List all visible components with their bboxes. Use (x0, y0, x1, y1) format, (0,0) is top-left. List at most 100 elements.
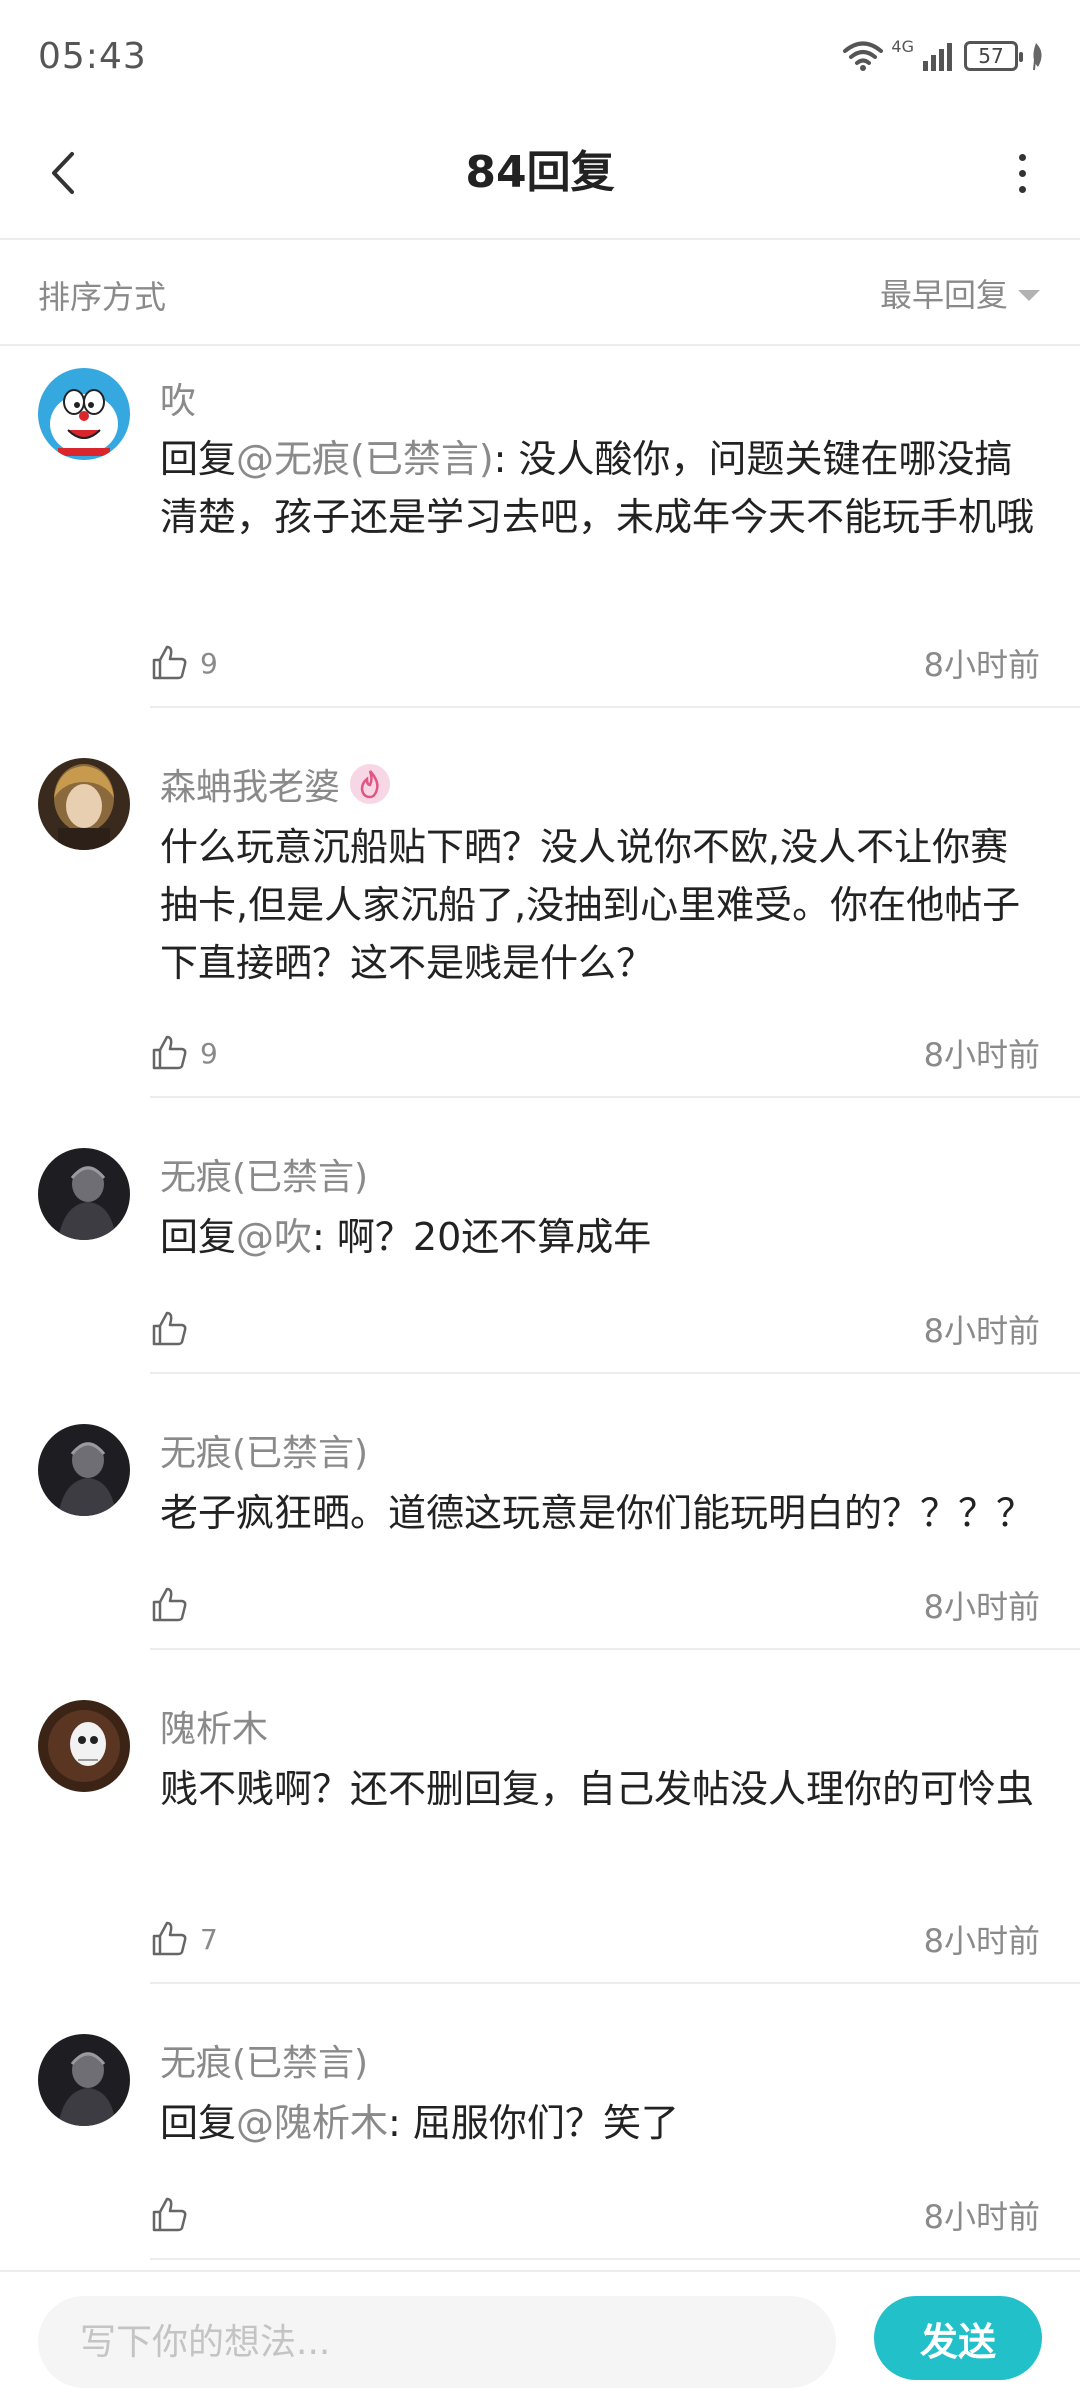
comment-item: 隗析木 贱不贱啊？还不删回复，自己发帖没人理你的可怜虫 7 8小时前 (0, 1650, 1080, 1984)
like-count: 9 (200, 646, 218, 680)
page-title: 84回复 (465, 147, 615, 198)
like-button[interactable] (150, 1586, 188, 1624)
mention-link[interactable]: @无痕(已禁言) (236, 437, 494, 481)
comment-time: 8小时前 (923, 1588, 1040, 1626)
comment-username[interactable]: 隗析木 (160, 1700, 268, 1752)
comment-username[interactable]: 吹 (160, 372, 196, 424)
network-type-label: 4G (891, 36, 914, 56)
dark-figure-avatar-icon (38, 2034, 130, 2126)
comment-time: 8小时前 (923, 1922, 1040, 1960)
thumbs-up-icon (152, 1921, 187, 1956)
comment-item: 无痕(已禁言) 回复@隗析木: 屈服你们？笑了 8小时前 (0, 1984, 1080, 2260)
doraemon-avatar-icon (38, 368, 130, 460)
comment-item: 森蚺我老婆 什么玩意沉船贴下晒？没人说你不欧,没人不让你赛抽卡,但是人家沉船了,… (0, 708, 1080, 1098)
username-text: 隗析木 (160, 1709, 269, 1750)
signal-icon (923, 43, 952, 71)
like-button[interactable] (150, 2196, 188, 2234)
mask-avatar-icon (38, 1700, 130, 1792)
leaf-icon (1033, 43, 1042, 71)
user-avatar[interactable] (38, 1424, 130, 1516)
comment-actions: 9 8小时前 (150, 638, 1040, 688)
thumbs-up-icon (152, 645, 187, 680)
sort-selected-value: 最早回复 (879, 276, 1008, 314)
comment-body: 老子疯狂晒。道德这玩意是你们能玩明白的？？？？ (160, 1491, 1035, 1535)
comment-username[interactable]: 无痕(已禁言) (160, 2034, 368, 2086)
dropdown-caret-icon (1018, 289, 1040, 301)
status-bar: 05:43 4G 57 (0, 0, 1080, 110)
thumbs-up-icon (152, 1587, 187, 1622)
user-avatar[interactable] (38, 758, 130, 850)
send-button[interactable]: 发送 (874, 2296, 1042, 2380)
sort-dropdown[interactable]: 最早回复 (880, 270, 1040, 316)
reply-prefix: 回复 (160, 2101, 237, 2145)
dark-figure-avatar-icon (38, 1148, 130, 1240)
mention-link[interactable]: @吹 (236, 1215, 312, 1259)
thumbs-up-icon (152, 1311, 187, 1346)
flame-badge-icon (350, 764, 391, 804)
battery-level: 57 (978, 44, 1004, 68)
comment-time: 8小时前 (923, 646, 1040, 684)
battery-icon: 57 (964, 41, 1023, 71)
comment-actions: 7 8小时前 (150, 1914, 1040, 1964)
comment-text: 回复@无痕(已禁言): 没人酸你，问题关键在哪没搞清楚，孩子还是学习去吧，未成年… (160, 430, 1040, 546)
comment-time: 8小时前 (923, 2198, 1040, 2236)
comment-item: 无痕(已禁言) 老子疯狂晒。道德这玩意是你们能玩明白的？？？？ 8小时前 (0, 1374, 1080, 1650)
comment-body: 贱不贱啊？还不删回复，自己发帖没人理你的可怜虫 (160, 1767, 1035, 1811)
more-options-button[interactable] (992, 138, 1052, 208)
reply-prefix: 回复 (160, 437, 237, 481)
username-text: 无痕(已禁言) (160, 1433, 369, 1474)
comment-actions: 8小时前 (150, 1304, 1040, 1354)
username-text: 吹 (160, 381, 197, 422)
top-navigation-bar: 84回复 (0, 110, 1080, 240)
mention-link[interactable]: @隗析木 (236, 2101, 388, 2145)
comment-text: 贱不贱啊？还不删回复，自己发帖没人理你的可怜虫 (160, 1760, 1040, 1818)
user-avatar[interactable] (38, 368, 130, 460)
comment-text: 什么玩意沉船贴下晒？没人说你不欧,没人不让你赛抽卡,但是人家沉船了,没抽到心里难… (160, 818, 1040, 992)
comment-composer: 发送 (0, 2270, 1080, 2402)
comment-item: 无痕(已禁言) 回复@吹: 啊？20还不算成年 8小时前 (0, 1098, 1080, 1374)
comment-username[interactable]: 无痕(已禁言) (160, 1424, 368, 1476)
comment-time: 8小时前 (923, 1312, 1040, 1350)
comment-text: 回复@隗析木: 屈服你们？笑了 (160, 2094, 1040, 2152)
like-button[interactable] (150, 1310, 188, 1348)
like-button[interactable]: 9 (150, 1034, 218, 1072)
reply-prefix: 回复 (160, 1215, 237, 1259)
wifi-icon (843, 41, 884, 71)
like-count: 7 (200, 1922, 218, 1956)
comment-time: 8小时前 (923, 1036, 1040, 1074)
comment-input-container (38, 2296, 836, 2388)
thumbs-up-icon (152, 2197, 187, 2232)
more-dot-icon (1018, 185, 1026, 193)
status-time: 05:43 (38, 36, 147, 77)
comment-username[interactable]: 森蚺我老婆 (160, 758, 391, 810)
comment-text: 回复@吹: 啊？20还不算成年 (160, 1208, 1040, 1266)
comment-body: : 啊？20还不算成年 (312, 1215, 652, 1259)
comment-list: 吹 回复@无痕(已禁言): 没人酸你，问题关键在哪没搞清楚，孩子还是学习去吧，未… (0, 346, 1080, 2260)
comment-body: : 屈服你们？笑了 (388, 2101, 679, 2145)
comment-item: 吹 回复@无痕(已禁言): 没人酸你，问题关键在哪没搞清楚，孩子还是学习去吧，未… (0, 346, 1080, 708)
status-icons: 4G 57 (843, 34, 1046, 78)
like-count: 9 (200, 1036, 218, 1070)
sort-bar: 排序方式 最早回复 (0, 240, 1080, 346)
username-text: 无痕(已禁言) (160, 2043, 369, 2084)
more-dot-icon (1018, 153, 1026, 161)
comment-actions: 8小时前 (150, 2190, 1040, 2240)
username-text: 无痕(已禁言) (160, 1157, 369, 1198)
user-avatar[interactable] (38, 1700, 130, 1792)
sort-label: 排序方式 (38, 278, 167, 316)
comment-body: 什么玩意沉船贴下晒？没人说你不欧,没人不让你赛抽卡,但是人家沉船了,没抽到心里难… (160, 825, 1021, 985)
thumbs-up-icon (152, 1035, 187, 1070)
comment-text: 老子疯狂晒。道德这玩意是你们能玩明白的？？？？ (160, 1484, 1040, 1542)
user-avatar[interactable] (38, 2034, 130, 2126)
username-text: 森蚺我老婆 (160, 767, 341, 808)
divider (150, 2258, 1080, 2260)
anime-girl-avatar-icon (38, 758, 130, 850)
like-button[interactable]: 7 (150, 1920, 218, 1958)
comment-username[interactable]: 无痕(已禁言) (160, 1148, 368, 1200)
comment-input[interactable] (38, 2296, 836, 2388)
more-dot-icon (1018, 169, 1026, 177)
like-button[interactable]: 9 (150, 644, 218, 682)
comment-actions: 8小时前 (150, 1580, 1040, 1630)
user-avatar[interactable] (38, 1148, 130, 1240)
dark-figure-avatar-icon (38, 1424, 130, 1516)
